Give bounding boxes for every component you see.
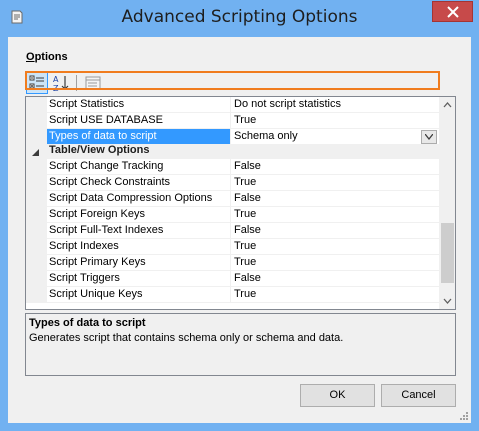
close-button[interactable] bbox=[432, 1, 473, 22]
property-value[interactable]: False bbox=[231, 159, 439, 175]
property-name: Script Change Tracking bbox=[47, 159, 231, 175]
row-gutter bbox=[26, 287, 47, 303]
cancel-button[interactable]: Cancel bbox=[381, 384, 456, 407]
scroll-up-button[interactable] bbox=[439, 97, 455, 114]
description-text: Generates script that contains schema on… bbox=[29, 332, 344, 344]
property-name: Script Check Constraints bbox=[47, 175, 231, 191]
property-value[interactable]: Do not script statistics bbox=[231, 97, 439, 113]
row-gutter bbox=[26, 191, 47, 207]
description-panel: Types of data to script Generates script… bbox=[25, 313, 456, 376]
property-row[interactable]: Script Unique Keys True bbox=[26, 287, 439, 303]
property-name: Types of data to script bbox=[47, 129, 231, 145]
category-row[interactable]: Table/View Options bbox=[26, 145, 439, 159]
row-gutter bbox=[26, 159, 47, 175]
chevron-down-icon bbox=[443, 298, 452, 304]
svg-text:Z: Z bbox=[53, 84, 59, 93]
toolbar-separator bbox=[76, 75, 77, 91]
dialog-body: Options A Z Script Statistics Do not scr… bbox=[8, 37, 471, 423]
row-gutter bbox=[26, 239, 47, 255]
description-title: Types of data to script bbox=[29, 317, 146, 329]
close-icon bbox=[447, 6, 459, 18]
property-row[interactable]: Script Full-Text Indexes False bbox=[26, 223, 439, 239]
options-accel-key: O bbox=[26, 51, 35, 63]
row-gutter bbox=[26, 113, 47, 129]
options-label-text: ptions bbox=[34, 51, 68, 63]
property-value[interactable]: True bbox=[231, 207, 439, 223]
property-value[interactable]: True bbox=[231, 113, 439, 129]
property-row[interactable]: Script Primary Keys True bbox=[26, 255, 439, 271]
row-gutter bbox=[26, 223, 47, 239]
property-value[interactable]: False bbox=[231, 223, 439, 239]
property-name: Script USE DATABASE bbox=[47, 113, 231, 129]
property-row[interactable]: Script Triggers False bbox=[26, 271, 439, 287]
property-name: Script Data Compression Options bbox=[47, 191, 231, 207]
property-grid-toolbar: A Z bbox=[26, 72, 456, 94]
scroll-down-button[interactable] bbox=[439, 292, 455, 309]
dialog-window: Advanced Scripting Options Options A Z S… bbox=[0, 0, 479, 431]
resize-grip-icon[interactable] bbox=[459, 411, 469, 421]
property-row[interactable]: Script Statistics Do not script statisti… bbox=[26, 97, 439, 113]
property-row[interactable]: Script Foreign Keys True bbox=[26, 207, 439, 223]
property-value[interactable]: False bbox=[231, 191, 439, 207]
ok-button[interactable]: OK bbox=[300, 384, 375, 407]
property-value[interactable]: True bbox=[231, 287, 439, 303]
property-pages-button[interactable] bbox=[82, 72, 104, 94]
property-name: Script Statistics bbox=[47, 97, 231, 113]
property-row[interactable]: Script Change Tracking False bbox=[26, 159, 439, 175]
scroll-thumb[interactable] bbox=[441, 223, 454, 283]
property-pages-icon bbox=[85, 76, 101, 90]
types-of-data-dropdown[interactable]: Schema only bbox=[231, 129, 439, 145]
svg-text:A: A bbox=[53, 75, 59, 84]
property-row[interactable]: Script Check Constraints True bbox=[26, 175, 439, 191]
property-name: Script Unique Keys bbox=[47, 287, 231, 303]
categorized-icon bbox=[29, 75, 44, 90]
dropdown-selected-value: Schema only bbox=[234, 130, 298, 142]
property-value[interactable]: True bbox=[231, 255, 439, 271]
dropdown-button[interactable] bbox=[421, 130, 437, 144]
row-gutter bbox=[26, 97, 47, 113]
chevron-up-icon bbox=[443, 102, 452, 108]
row-gutter bbox=[26, 175, 47, 191]
window-title: Advanced Scripting Options bbox=[121, 7, 358, 27]
row-gutter bbox=[26, 255, 47, 271]
property-value[interactable]: True bbox=[231, 239, 439, 255]
property-name: Script Primary Keys bbox=[47, 255, 231, 271]
categorized-button[interactable] bbox=[26, 72, 48, 94]
property-row[interactable]: Script USE DATABASE True bbox=[26, 113, 439, 129]
property-name: Script Full-Text Indexes bbox=[47, 223, 231, 239]
alphabetical-button[interactable]: A Z bbox=[50, 72, 72, 94]
options-heading: Options bbox=[26, 51, 68, 63]
property-grid[interactable]: Script Statistics Do not script statisti… bbox=[25, 96, 456, 310]
property-value[interactable]: True bbox=[231, 175, 439, 191]
property-row[interactable]: Script Data Compression Options False bbox=[26, 191, 439, 207]
property-name: Script Foreign Keys bbox=[47, 207, 231, 223]
property-row[interactable]: Script Indexes True bbox=[26, 239, 439, 255]
alphabetical-sort-icon: A Z bbox=[53, 75, 69, 93]
row-gutter bbox=[26, 207, 47, 223]
vertical-scrollbar[interactable] bbox=[439, 97, 455, 309]
row-gutter bbox=[26, 271, 47, 287]
property-row-selected[interactable]: Types of data to script Schema only bbox=[26, 129, 439, 145]
chevron-down-icon bbox=[425, 134, 433, 140]
title-bar[interactable]: Advanced Scripting Options bbox=[0, 0, 479, 37]
property-value[interactable]: False bbox=[231, 271, 439, 287]
row-gutter bbox=[26, 129, 47, 145]
property-name: Script Triggers bbox=[47, 271, 231, 287]
property-name: Script Indexes bbox=[47, 239, 231, 255]
